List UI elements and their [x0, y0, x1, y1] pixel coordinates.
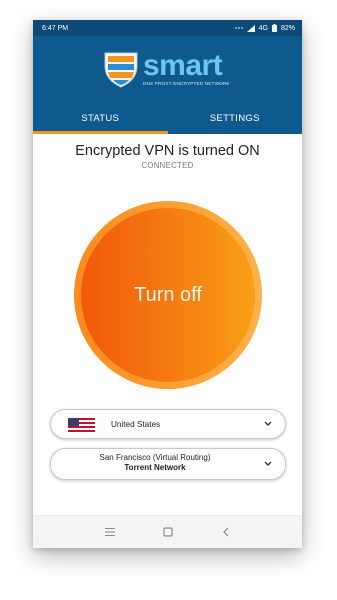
- turn-off-label: Turn off: [134, 283, 202, 306]
- battery-level: 82%: [280, 24, 295, 32]
- connection-state: CONNECTED: [141, 161, 194, 170]
- chevron-down-icon: [264, 421, 272, 426]
- server-name: San Francisco (Virtual Routing): [99, 453, 211, 462]
- chevron-down-icon: [264, 461, 272, 466]
- us-flag-icon: [68, 418, 95, 432]
- battery-icon: [271, 24, 277, 32]
- server-network: Torrent Network: [124, 463, 186, 472]
- android-nav-bar: [33, 515, 302, 548]
- menu-icon[interactable]: [103, 525, 117, 539]
- shield-logo-icon: [104, 52, 138, 88]
- tab-status-label: STATUS: [81, 112, 120, 124]
- country-value: United States: [111, 419, 161, 429]
- brand-tagline: DNS PROXY ENCRYPTED NETWORK: [143, 81, 230, 86]
- home-square-icon[interactable]: [161, 525, 175, 539]
- status-panel: Encrypted VPN is turned ON CONNECTED Tur…: [33, 143, 302, 480]
- tab-status[interactable]: STATUS: [33, 102, 168, 134]
- tab-bar: STATUS SETTINGS: [33, 102, 302, 134]
- turn-off-button[interactable]: Turn off: [81, 208, 255, 382]
- back-icon[interactable]: [219, 525, 233, 539]
- network-type: 4G: [258, 24, 268, 32]
- dots-icon: [234, 27, 243, 29]
- app-logo: smart DNS PROXY ENCRYPTED NETWORK: [103, 50, 230, 88]
- brand-name: smart: [143, 49, 223, 82]
- server-select[interactable]: San Francisco (Virtual Routing) Torrent …: [50, 448, 286, 480]
- status-icons: 4G 82%: [234, 24, 295, 32]
- tab-settings-label: SETTINGS: [209, 112, 260, 124]
- signal-icon: [246, 24, 255, 32]
- country-select[interactable]: United States: [50, 409, 286, 439]
- tab-settings[interactable]: SETTINGS: [168, 102, 303, 134]
- phone-screen: 6:47 PM 4G 82% smart DNS PROXY ENCRYPTED…: [33, 20, 302, 548]
- vpn-status-title: Encrypted VPN is turned ON: [75, 143, 260, 159]
- status-bar: 6:47 PM 4G 82%: [33, 20, 302, 36]
- app-header: smart DNS PROXY ENCRYPTED NETWORK STATUS…: [33, 36, 302, 134]
- status-time: 6:47 PM: [42, 24, 69, 32]
